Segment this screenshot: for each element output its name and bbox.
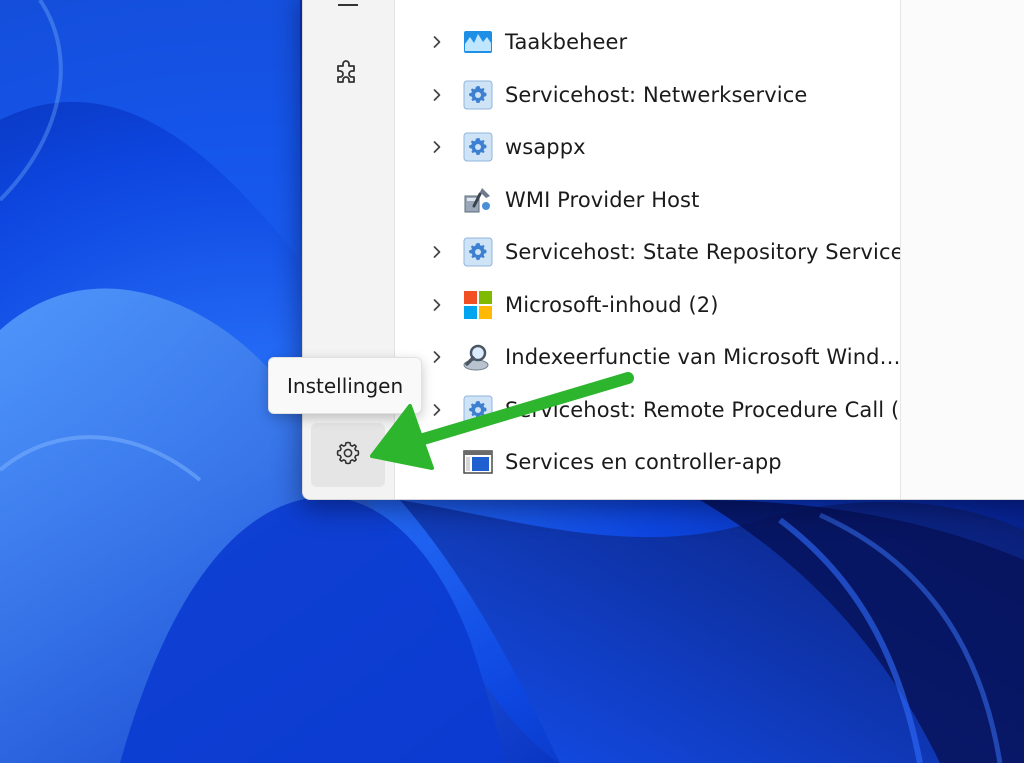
process-name: wsappx (505, 135, 586, 159)
process-row[interactable]: Servicehost: Netwerkservice (395, 69, 900, 121)
process-name: Indexeerfunctie van Microsoft Wind… (505, 345, 901, 369)
chevron-right-icon[interactable] (429, 402, 445, 418)
list-icon (334, 0, 362, 21)
process-name: Servicehost: Remote Procedure Call (… (505, 397, 921, 422)
process-row[interactable]: wsappx (395, 121, 900, 173)
task-manager-window: Taakbeheer Servicehost: Netwerkservice wsa… (302, 0, 1024, 500)
process-list: Taakbeheer Servicehost: Netwerkservice wsa… (395, 0, 920, 499)
chevron-right-icon[interactable] (429, 34, 445, 50)
process-row[interactable]: Taakbeheer (395, 16, 900, 68)
chevron-right-icon[interactable] (429, 139, 445, 155)
process-row[interactable]: Indexeerfunctie van Microsoft Wind… (395, 331, 901, 383)
settings-tooltip: Instellingen (268, 357, 423, 414)
process-row[interactable]: WMI Provider Host (395, 174, 900, 226)
process-row[interactable]: Services en controller-app (395, 436, 900, 488)
sidebar (303, 0, 395, 499)
process-name: Servicehost: Netwerkservice (505, 82, 808, 107)
chevron-right-icon[interactable] (429, 87, 445, 103)
indexer-search-icon (462, 341, 494, 373)
sidebar-item-services[interactable] (311, 42, 385, 106)
process-details-column (900, 0, 1024, 499)
gear-icon (334, 439, 362, 471)
task-manager-icon (462, 26, 494, 58)
sidebar-item-settings[interactable] (311, 423, 385, 487)
chevron-right-icon[interactable] (429, 244, 445, 260)
chevron-right-icon[interactable] (429, 297, 445, 313)
process-row[interactable]: Microsoft-inhoud (2) (395, 279, 900, 331)
service-gear-icon (462, 236, 494, 268)
wmi-host-icon (462, 184, 494, 216)
sidebar-item-details[interactable] (311, 0, 385, 37)
process-name: WMI Provider Host (505, 187, 700, 212)
service-gear-icon (462, 79, 494, 111)
process-name: Microsoft-inhoud (2) (505, 292, 719, 317)
microsoft-logo-icon (462, 289, 494, 321)
process-name: Servicehost: State Repository Service (505, 240, 904, 264)
process-name: Taakbeheer (505, 30, 628, 54)
service-gear-icon (462, 131, 494, 163)
service-gear-icon (462, 394, 494, 426)
process-row[interactable]: Servicehost: State Repository Service (395, 226, 904, 278)
process-name: Services en controller-app (505, 450, 782, 474)
puzzle-icon (334, 58, 362, 90)
services-app-icon (462, 446, 494, 478)
process-row[interactable]: Servicehost: Remote Procedure Call (… (395, 384, 920, 436)
chevron-right-icon[interactable] (429, 349, 445, 365)
